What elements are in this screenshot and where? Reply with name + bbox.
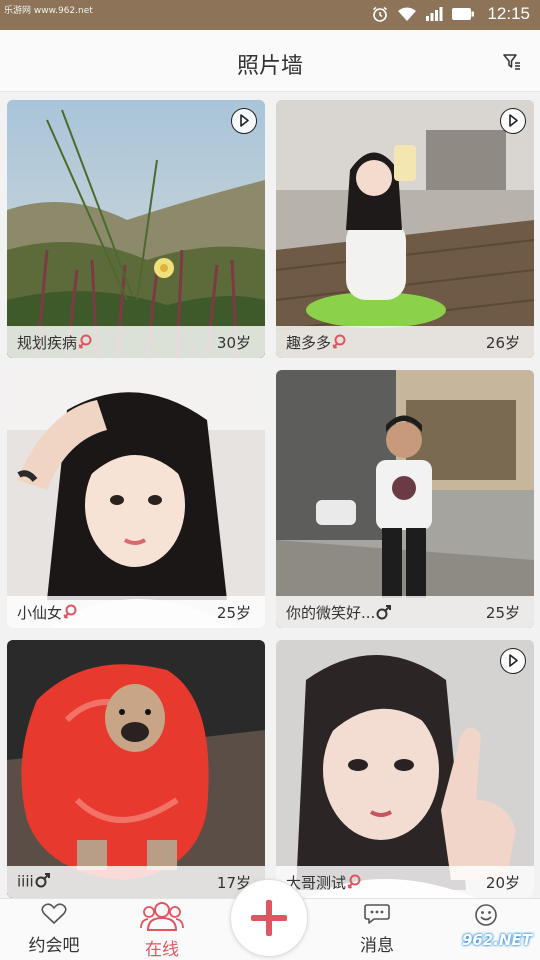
photo-card[interactable]: iiii 17岁: [7, 640, 265, 898]
photo-image: [276, 640, 534, 898]
video-play-icon[interactable]: [231, 108, 257, 134]
status-watermark: 乐游网 www.962.net: [4, 6, 93, 16]
male-icon: [35, 872, 51, 892]
video-play-icon[interactable]: [500, 108, 526, 134]
status-icons: 12:15: [371, 4, 530, 24]
user-age: 20岁: [485, 874, 520, 892]
user-name: 你的微笑好...: [286, 602, 392, 624]
user-age: 30岁: [216, 334, 251, 352]
photo-card[interactable]: 规划疾病 30岁: [7, 100, 265, 358]
photo-card[interactable]: 你的微笑好... 25岁: [276, 370, 534, 628]
user-age: 26岁: [485, 334, 520, 352]
page-title: 照片墙: [236, 54, 303, 79]
card-footer: 趣多多 26岁: [276, 326, 534, 358]
female-icon: [347, 874, 361, 894]
smiley-icon: [474, 903, 498, 931]
bottom-nav: 约会吧 在线 消息 962.NET: [0, 879, 540, 960]
photo-card[interactable]: 大哥测试 20岁: [276, 640, 534, 898]
user-name: iiii: [17, 872, 51, 892]
photo-image: [276, 370, 534, 628]
battery-icon: [451, 6, 475, 22]
nav-item-messages[interactable]: 消息: [327, 903, 427, 956]
plus-icon: [249, 898, 289, 942]
watermark-logo: 962.NET: [461, 931, 532, 949]
user-age: 25岁: [485, 604, 520, 622]
photo-image: [276, 100, 534, 358]
nav-label: 约会吧: [28, 936, 80, 956]
card-footer: 大哥测试 20岁: [276, 866, 534, 898]
photo-image: [7, 370, 265, 628]
photo-image: [7, 100, 265, 358]
users-icon: [140, 901, 184, 935]
photo-image: [7, 640, 265, 898]
nav-label: 在线: [145, 940, 179, 960]
photo-card[interactable]: 小仙女 25岁: [7, 370, 265, 628]
photo-card[interactable]: 趣多多 26岁: [276, 100, 534, 358]
female-icon: [63, 604, 77, 624]
heart-icon: [41, 903, 67, 929]
add-post-button[interactable]: [230, 879, 308, 957]
user-name: 小仙女: [17, 602, 77, 624]
video-play-icon[interactable]: [500, 648, 526, 674]
user-name: 规划疾病: [17, 332, 92, 354]
user-name: 趣多多: [286, 332, 346, 354]
wifi-icon: [397, 6, 417, 22]
card-footer: iiii 17岁: [7, 866, 265, 898]
status-bar: 乐游网 www.962.net 12:15: [0, 0, 540, 30]
nav-item-dating[interactable]: 约会吧: [4, 903, 104, 956]
female-icon: [78, 334, 92, 354]
user-age: 25岁: [216, 604, 251, 622]
card-footer: 你的微笑好... 25岁: [276, 596, 534, 628]
female-icon: [332, 334, 346, 354]
status-time: 12:15: [487, 4, 530, 23]
nav-label: 消息: [360, 936, 394, 956]
card-footer: 规划疾病 30岁: [7, 326, 265, 358]
app-header: 照片墙: [0, 30, 540, 92]
male-icon: [376, 604, 392, 624]
signal-icon: [425, 6, 443, 22]
message-icon: [364, 903, 390, 929]
card-footer: 小仙女 25岁: [7, 596, 265, 628]
nav-item-me[interactable]: [436, 903, 536, 933]
filter-icon[interactable]: [502, 52, 522, 72]
photo-grid: 规划疾病 30岁 趣多多 26岁 小仙女 25岁 你的微笑好... 25岁 ii…: [0, 92, 540, 898]
nav-item-online[interactable]: 在线: [112, 901, 212, 960]
alarm-icon: [371, 5, 389, 23]
